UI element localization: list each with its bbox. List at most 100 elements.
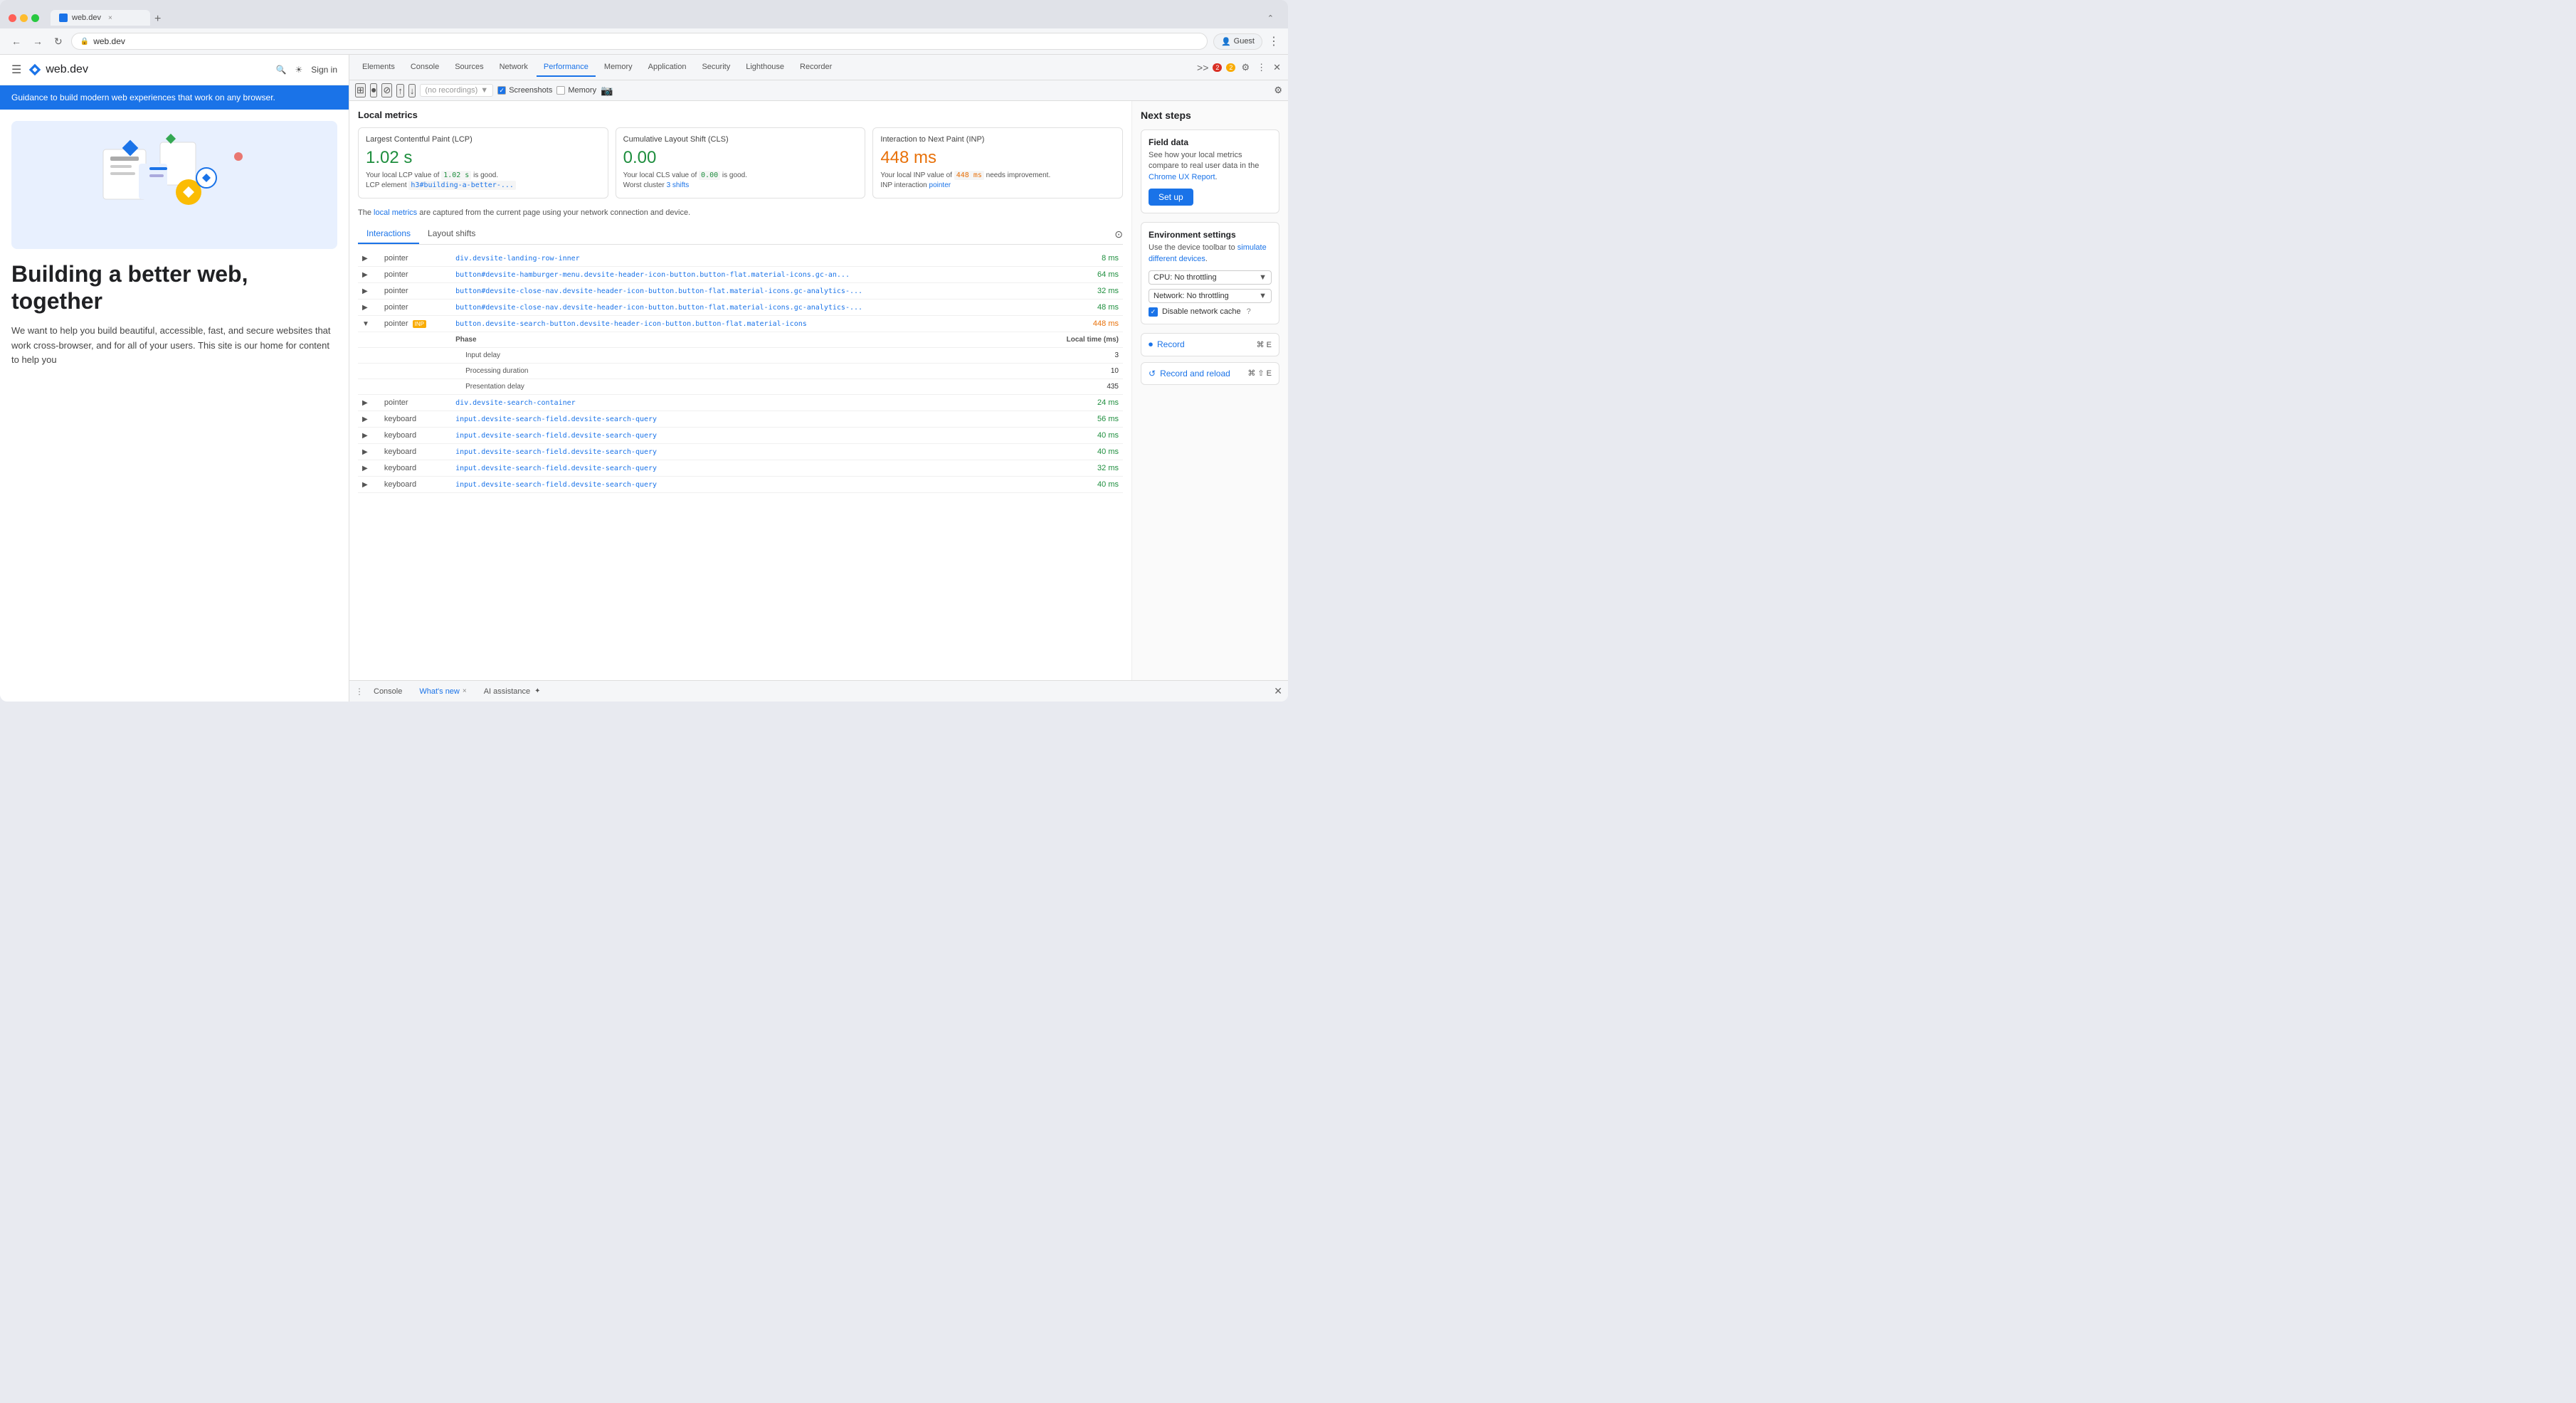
download-icon[interactable]: ↓ <box>408 84 416 97</box>
tab-sources[interactable]: Sources <box>448 58 490 77</box>
bottom-tab-ai-assistance[interactable]: AI assistance ✦ <box>477 684 548 699</box>
screenshots-checkbox[interactable]: ✓ <box>497 86 506 95</box>
tab-performance[interactable]: Performance <box>537 58 596 77</box>
disable-cache-checkbox[interactable]: ✓ <box>1149 307 1158 317</box>
tab-elements[interactable]: Elements <box>355 58 402 77</box>
tab-security[interactable]: Security <box>695 58 737 77</box>
tab-close-btn[interactable]: × <box>108 14 112 22</box>
expand-btn[interactable]: ▶ <box>362 448 368 456</box>
element-link[interactable]: div.devsite-search-container <box>455 399 576 407</box>
tab-memory[interactable]: Memory <box>597 58 640 77</box>
upload-icon[interactable]: ↑ <box>396 84 404 97</box>
tab-application[interactable]: Application <box>641 58 694 77</box>
chrome-ux-report-link[interactable]: Chrome UX Report <box>1149 173 1215 181</box>
filter-icon[interactable]: ⊙ <box>1114 228 1123 240</box>
inp-label: Interaction to Next Paint (INP) <box>880 135 1115 144</box>
expand-btn[interactable]: ▶ <box>362 304 368 312</box>
devtools-close-icon[interactable]: ✕ <box>1272 60 1282 75</box>
bottom-tab-console[interactable]: Console <box>366 684 409 699</box>
minimize-traffic-light[interactable] <box>20 14 28 22</box>
network-throttle-select[interactable]: Network: No throttling ▼ <box>1149 289 1272 303</box>
expand-btn[interactable]: ▶ <box>362 287 368 295</box>
browser-tab[interactable]: web.dev × <box>51 10 150 26</box>
site-search-icon[interactable]: 🔍 <box>276 65 287 75</box>
simulate-devices-link[interactable]: simulate different devices <box>1149 243 1267 263</box>
element-link[interactable]: input.devsite-search-field.devsite-searc… <box>455 448 657 456</box>
bottom-tab-whats-new[interactable]: What's new × <box>412 684 473 699</box>
expand-btn[interactable]: ▶ <box>362 415 368 423</box>
expand-btn[interactable]: ▶ <box>362 271 368 279</box>
element-link[interactable]: button.devsite-search-button.devsite-hea… <box>455 320 807 328</box>
tab-network[interactable]: Network <box>492 58 535 77</box>
disable-cache-help-icon[interactable]: ? <box>1247 307 1251 316</box>
table-row-input-delay: Input delay 3 <box>358 348 1123 364</box>
element-link[interactable]: input.devsite-search-field.devsite-searc… <box>455 481 657 489</box>
screenshots-checkbox-label[interactable]: ✓ Screenshots <box>497 86 552 95</box>
expand-btn[interactable]: ▶ <box>362 465 368 472</box>
recordings-select[interactable]: (no recordings) ▼ <box>420 84 493 97</box>
cpu-throttle-select[interactable]: CPU: No throttling ▼ <box>1149 270 1272 285</box>
tab-interactions[interactable]: Interactions <box>358 224 419 244</box>
local-metrics-link[interactable]: local metrics <box>374 208 417 217</box>
devtools-more-icon[interactable]: ⋮ <box>1255 60 1267 75</box>
element-link[interactable]: button#devsite-hamburger-menu.devsite-he… <box>455 271 850 279</box>
whats-new-close-btn[interactable]: × <box>463 687 467 695</box>
close-traffic-light[interactable] <box>9 14 16 22</box>
element-link[interactable]: input.devsite-search-field.devsite-searc… <box>455 415 657 423</box>
memory-label: Memory <box>568 86 596 95</box>
record-circle-icon[interactable]: ⏺ <box>370 83 378 97</box>
devtools-settings-icon[interactable]: ⚙ <box>1240 60 1251 75</box>
camera-icon[interactable]: 📷 <box>601 85 613 97</box>
tab-recorder[interactable]: Recorder <box>793 58 839 77</box>
expand-btn[interactable]: ▶ <box>362 481 368 489</box>
title-bar: web.dev × + ⌃ <box>0 0 1288 28</box>
guest-button[interactable]: 👤 Guest <box>1213 33 1262 50</box>
expand-btn[interactable]: ▼ <box>362 320 369 328</box>
more-menu-button[interactable]: ⋮ <box>1268 34 1279 48</box>
table-row: ▶ pointer button#devsite-hamburger-menu.… <box>358 267 1123 283</box>
whats-new-tab-label: What's new <box>419 687 460 696</box>
sign-in-button[interactable]: Sign in <box>311 65 337 75</box>
element-link[interactable]: div.devsite-landing-row-inner <box>455 255 580 263</box>
capture-note: The local metrics are captured from the … <box>358 208 1123 217</box>
table-row-inp: ▼ pointer INP button.devsite-search-butt… <box>358 316 1123 332</box>
bottom-panel-close-btn[interactable]: ✕ <box>1274 685 1282 697</box>
tab-layout-shifts[interactable]: Layout shifts <box>419 224 484 244</box>
back-button[interactable]: ← <box>9 34 24 48</box>
inp-pointer-link[interactable]: pointer <box>929 181 951 189</box>
memory-checkbox-label[interactable]: Memory <box>556 86 596 95</box>
reload-button[interactable]: ↻ <box>51 34 65 49</box>
memory-checkbox[interactable] <box>556 86 565 95</box>
error-badge: 2 <box>1213 63 1222 72</box>
expand-btn[interactable]: ▶ <box>362 399 368 407</box>
element-link[interactable]: button#devsite-close-nav.devsite-header-… <box>455 287 862 295</box>
new-tab-button[interactable]: + <box>150 13 165 26</box>
table-row: ▶ pointer button#devsite-close-nav.devsi… <box>358 283 1123 300</box>
tab-title: web.dev <box>72 14 101 22</box>
record-action-button[interactable]: ⏺ Record ⌘ E <box>1141 333 1279 356</box>
performance-settings-icon[interactable]: ⚙ <box>1274 85 1282 95</box>
element-link[interactable]: input.devsite-search-field.devsite-searc… <box>455 465 657 472</box>
setup-button[interactable]: Set up <box>1149 189 1193 206</box>
record-reload-label: Record and reload <box>1160 369 1230 378</box>
expand-btn[interactable]: ▶ <box>362 432 368 440</box>
record-circle-icon: ⏺ <box>1149 339 1153 350</box>
forward-button[interactable]: → <box>30 34 46 48</box>
element-link[interactable]: input.devsite-search-field.devsite-searc… <box>455 432 657 440</box>
maximize-traffic-light[interactable] <box>31 14 39 22</box>
interactions-filter: ⊙ <box>1114 224 1123 244</box>
hamburger-menu-icon[interactable]: ☰ <box>11 63 21 77</box>
cls-highlight: 0.00 <box>699 171 720 180</box>
cls-shifts-link[interactable]: 3 shifts <box>667 181 690 189</box>
stop-icon[interactable]: ⊘ <box>381 83 392 97</box>
tab-lighthouse[interactable]: Lighthouse <box>739 58 791 77</box>
record-reload-action-button[interactable]: ↺ Record and reload ⌘ ⇧ E <box>1141 362 1279 385</box>
expand-btn[interactable]: ▶ <box>362 255 368 263</box>
toggle-sidebar-icon[interactable]: ⊞ <box>355 83 366 97</box>
theme-toggle-icon[interactable]: ☀ <box>295 65 303 75</box>
more-tabs-button[interactable]: >> <box>1197 62 1208 73</box>
address-bar[interactable]: 🔒 web.dev <box>71 33 1208 50</box>
tab-console[interactable]: Console <box>403 58 446 77</box>
bottom-menu-icon[interactable]: ⋮ <box>355 687 364 697</box>
element-link[interactable]: button#devsite-close-nav.devsite-header-… <box>455 304 862 312</box>
